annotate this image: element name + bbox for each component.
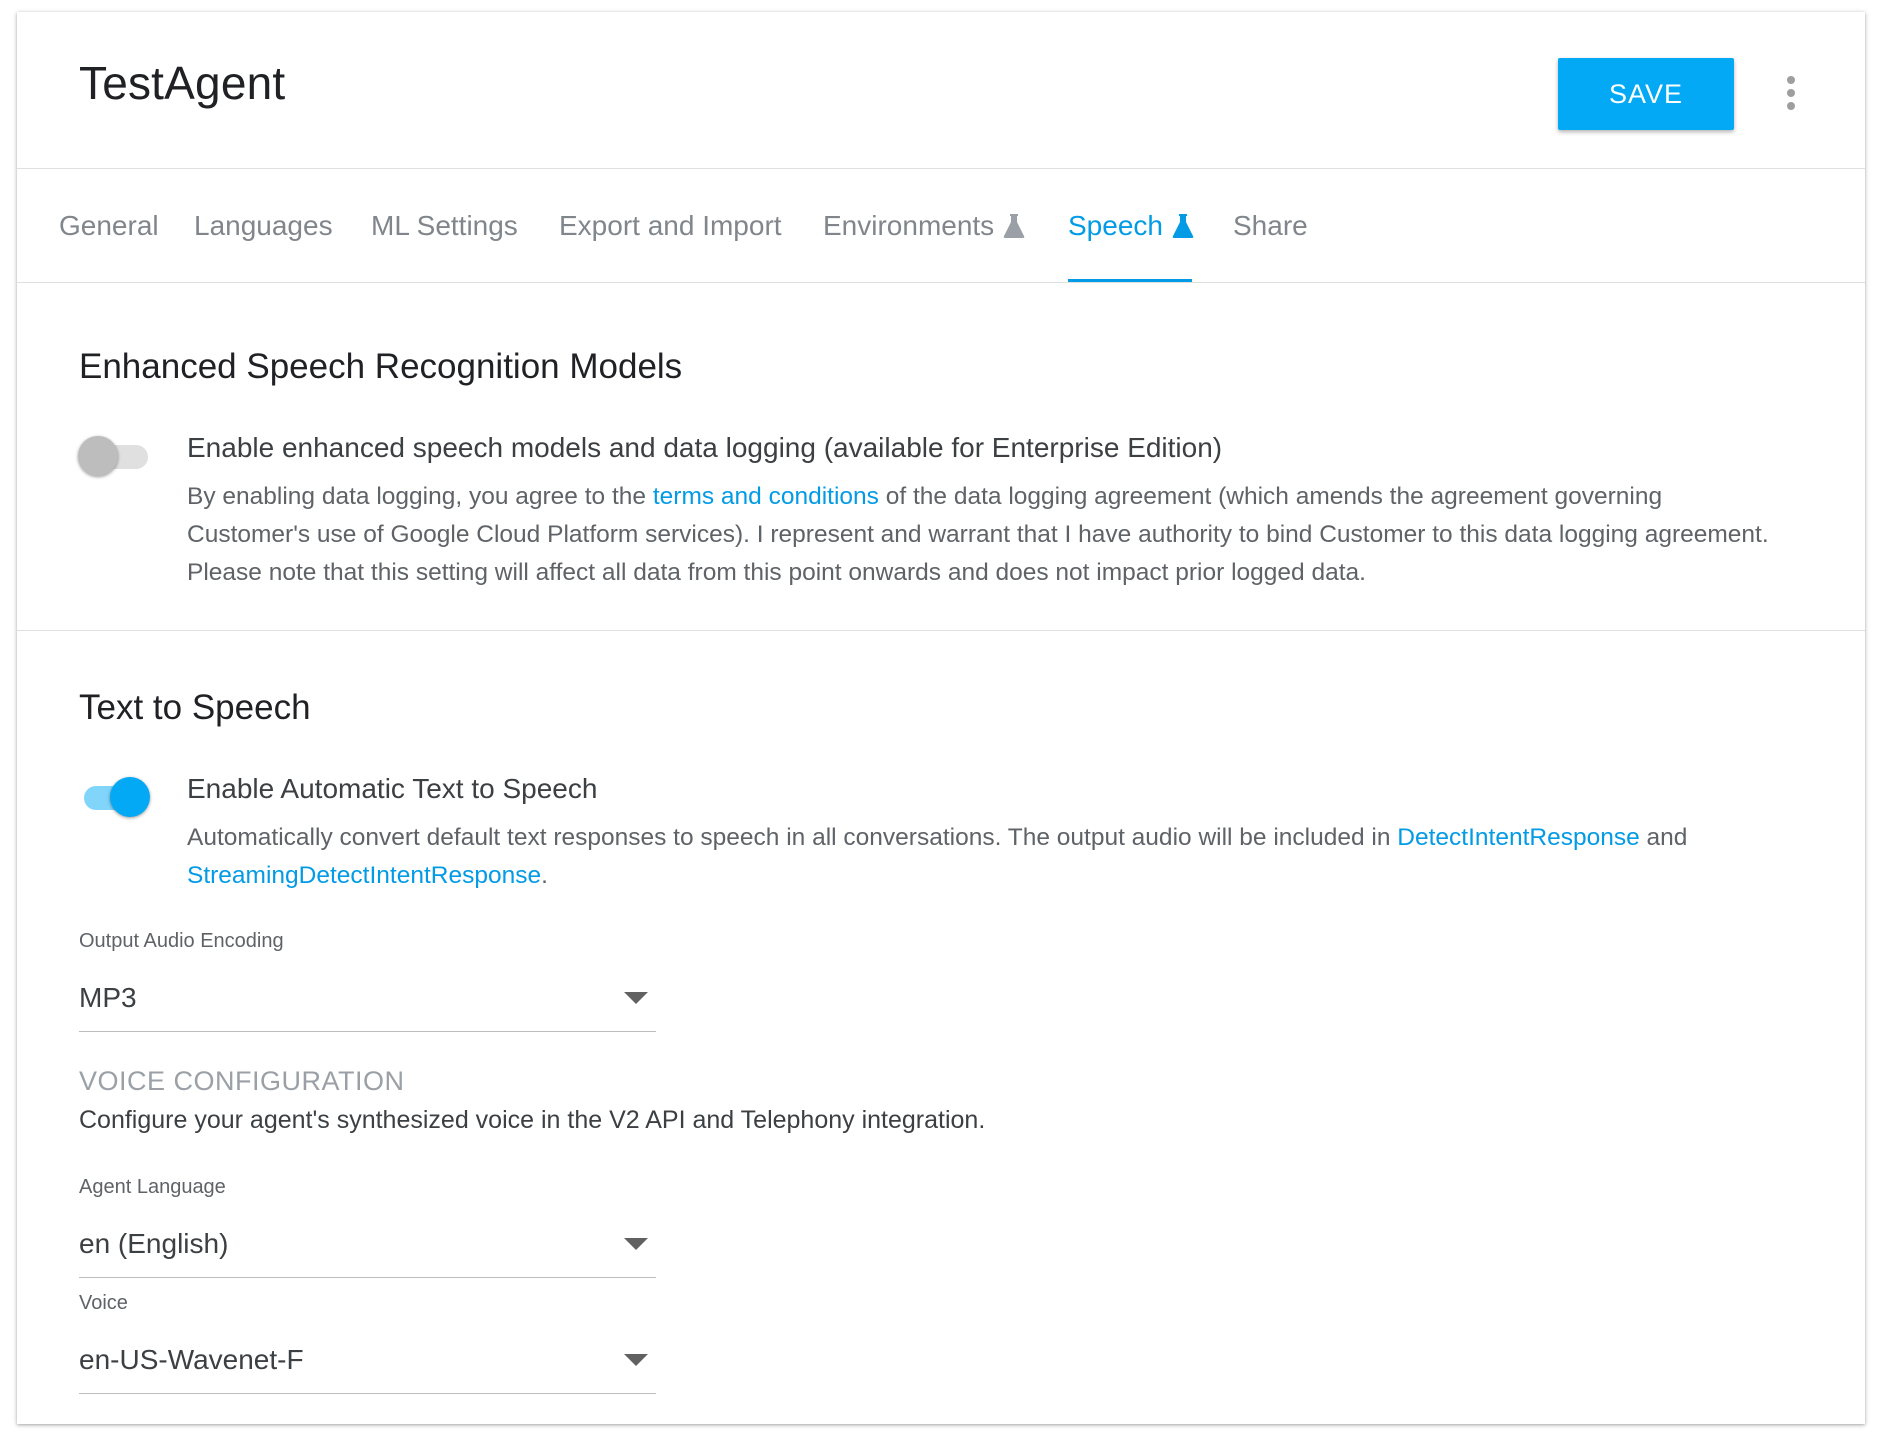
detect-intent-response-link[interactable]: DetectIntentResponse <box>1397 824 1639 851</box>
tab-label: Languages <box>194 210 333 241</box>
section-divider <box>17 630 1865 631</box>
voice-select[interactable]: en-US-Wavenet-F <box>79 1338 656 1394</box>
tab-label: General <box>59 210 159 241</box>
streaming-detect-intent-response-link[interactable]: StreamingDetectIntentResponse <box>187 862 541 889</box>
tab-ml-settings[interactable]: ML Settings <box>371 169 518 283</box>
text-to-speech-title: Text to Speech <box>79 688 311 727</box>
voice-configuration-description: Configure your agent's synthesized voice… <box>79 1106 986 1134</box>
agent-language-value: en (English) <box>79 1228 229 1259</box>
tab-label: Share <box>1233 210 1308 241</box>
tab-languages[interactable]: Languages <box>194 169 333 283</box>
dropdown-arrow-icon <box>624 1238 648 1250</box>
settings-header: TestAgent SAVE <box>17 12 1865 169</box>
terms-and-conditions-link[interactable]: terms and conditions <box>653 483 879 510</box>
tab-environments[interactable]: Environments <box>823 169 1025 283</box>
settings-tabs: General Languages ML Settings Export and… <box>17 169 1865 283</box>
tab-export-and-import[interactable]: Export and Import <box>559 169 782 283</box>
agent-language-label: Agent Language <box>79 1176 226 1198</box>
dropdown-arrow-icon <box>624 992 648 1004</box>
save-button[interactable]: SAVE <box>1558 58 1734 130</box>
tab-speech[interactable]: Speech <box>1068 169 1194 283</box>
enhanced-speech-description: By enabling data logging, you agree to t… <box>187 483 1769 586</box>
voice-label: Voice <box>79 1292 128 1314</box>
enhanced-speech-label: Enable enhanced speech models and data l… <box>187 432 1223 463</box>
agent-settings-card: TestAgent SAVE General Languages ML Sett… <box>17 12 1865 1424</box>
enhanced-speech-title: Enhanced Speech Recognition Models <box>79 347 683 386</box>
agent-title: TestAgent <box>79 57 286 109</box>
output-encoding-select[interactable]: MP3 <box>79 976 656 1032</box>
flask-icon <box>1172 213 1194 239</box>
tab-label: Speech <box>1068 210 1163 241</box>
output-encoding-value: MP3 <box>79 982 137 1013</box>
agent-language-select[interactable]: en (English) <box>79 1222 656 1278</box>
active-tab-indicator <box>1068 279 1192 282</box>
enhanced-speech-toggle[interactable] <box>78 433 150 477</box>
tab-label: ML Settings <box>371 210 518 241</box>
output-encoding-label: Output Audio Encoding <box>79 930 284 952</box>
voice-configuration-heading: VOICE CONFIGURATION <box>79 1066 405 1096</box>
tab-label: Export and Import <box>559 210 782 241</box>
text-to-speech-toggle[interactable] <box>78 774 150 818</box>
text-to-speech-label: Enable Automatic Text to Speech <box>187 773 598 804</box>
voice-value: en-US-Wavenet-F <box>79 1344 304 1375</box>
tab-share[interactable]: Share <box>1233 169 1308 283</box>
more-vert-icon[interactable] <box>1779 68 1803 118</box>
tab-label: Environments <box>823 210 995 241</box>
tab-general[interactable]: General <box>59 169 159 283</box>
flask-icon <box>1003 213 1025 239</box>
dropdown-arrow-icon <box>624 1354 648 1366</box>
text-to-speech-description: Automatically convert default text respo… <box>187 824 1688 889</box>
